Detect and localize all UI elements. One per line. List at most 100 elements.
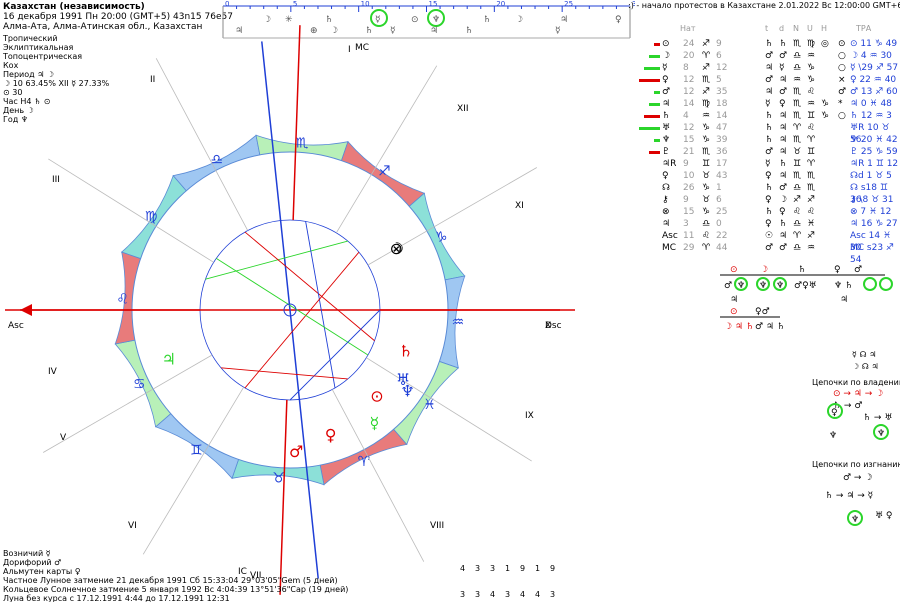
table-cell: 15 <box>683 135 695 145</box>
table-cell: 10 <box>683 171 695 181</box>
table-cell: ♄ <box>779 159 788 169</box>
stat-value: 1 <box>535 564 541 573</box>
table-cell: 43 <box>716 171 728 181</box>
svg-text:♃: ♃ <box>840 295 848 305</box>
planet-glyph-icon[interactable]: ♃ <box>162 349 176 368</box>
table-cell: ♄ <box>765 123 774 133</box>
table-cell: ○ <box>838 111 846 121</box>
strength-bar <box>649 55 660 58</box>
svg-text:☽: ☽ <box>760 265 768 275</box>
header-t: t <box>765 24 769 33</box>
table-cell: ♈ <box>702 51 711 61</box>
table-cell: ⊙ <box>662 39 670 49</box>
house-numeral: VI <box>128 521 137 531</box>
zodiac-sign-icon: ♏ <box>296 135 309 151</box>
table-row[interactable]: MC 29 ♈ 44 ♂ ♂ ♎ ♒ MC s23 ♐ 54 <box>638 242 900 265</box>
table-cell: 1 <box>716 183 722 193</box>
doryphory: Дорифорий ♂ <box>3 558 62 567</box>
table-cell: ♌ <box>807 87 816 97</box>
table-cell: ♄ <box>779 39 788 49</box>
table-row[interactable]: ♃ 3 ♎ 0 ♀ ♄ ♎ ♓ ♃ 16 ♑ 27 <box>638 218 900 230</box>
table-cell: ♏ <box>793 171 802 181</box>
table-cell: ♏ <box>807 183 816 193</box>
table-cell: ♊ <box>702 159 711 169</box>
asc-arrow-icon <box>20 304 32 316</box>
strength-bar <box>639 79 660 82</box>
table-row[interactable]: ♆ 15 ♑ 39 ♄ ♃ ♏ ♈ ♆ 20 ♓ 42 <box>638 134 900 146</box>
table-cell: ♃ <box>779 231 788 241</box>
planet-glyph-icon[interactable]: ♀ <box>325 426 337 445</box>
planet-glyph-icon[interactable]: ♂ <box>289 442 303 461</box>
almuten: Альмутен карты ♀ <box>3 567 81 576</box>
table-cell: ☿ <box>662 63 668 73</box>
table-cell: 11 <box>683 231 695 241</box>
table-row[interactable]: ♄ 4 ♒ 14 ♄ ♃ ♏ ♊ ♑ ○ ♄ 12 ♒ 3 <box>638 110 900 122</box>
natal-chart-wheel[interactable]: ♈♉♊♋♌♍♎♏♐♑♒♓♄♅♆⊙♀♂☽♃☿⊗Asc DscMCICIVVVIVII… <box>0 0 636 602</box>
table-cell: 14 <box>683 99 695 109</box>
table-cell: 18 <box>716 99 728 109</box>
table-row[interactable]: ♅ 12 ♑ 47 ♄ ♃ ♈ ♌ ♅R 10 ♉ 56 <box>638 122 900 145</box>
table-cell: ♃ <box>779 135 788 145</box>
svg-text:♀: ♀ <box>831 408 838 418</box>
table-cell: 12 <box>716 63 728 73</box>
table-row[interactable]: ⊙ 24 ♐ 9 ♄ ♄ ♏ ♍ ◎ ⊙ ⊙ 11 ♑ 49 <box>638 38 900 50</box>
table-cell: ♎ <box>793 183 802 193</box>
zodiac-sign-icon: ♎ <box>210 152 223 168</box>
table-cell: ♐ <box>807 231 816 241</box>
planet-glyph-icon[interactable]: ♄ <box>399 342 413 361</box>
zodiac-sign-icon: ♋ <box>133 377 146 393</box>
table-cell: ♄ <box>765 207 774 217</box>
stat-value: 3 <box>460 590 466 599</box>
table-cell: ♌ <box>702 231 711 241</box>
table-cell: ♃ <box>779 111 788 121</box>
table-row[interactable]: ⚷ 9 ♉ 6 ♀ ☽ ♐ ♐ ⚷ \8 ♉ 31 <box>638 194 900 206</box>
table-cell: MC <box>662 243 677 253</box>
table-cell: ♃ <box>765 87 774 97</box>
planet-glyph-icon[interactable]: ♆ <box>400 381 414 400</box>
planet-glyph-icon[interactable]: ⊙ <box>370 386 383 405</box>
table-cell: ♏ <box>793 99 802 109</box>
svg-text:♂ → ☽: ♂ → ☽ <box>843 473 872 483</box>
strength-bar <box>649 103 660 106</box>
table-cell: ♏ <box>702 75 711 85</box>
table-row[interactable]: ☿ 8 ♐ 12 ♃ ☿ ♎ ♑ ○ ☿ \29 ♐ 57 <box>638 62 900 74</box>
zodiac-sign-icon: ♍ <box>145 209 158 225</box>
table-cell: 35 <box>716 87 728 97</box>
chain-note-1: ☿ ☊ ♃ <box>852 350 877 359</box>
table-cell: ♂ <box>779 243 788 253</box>
stat-value: 4 <box>520 590 526 599</box>
table-cell: ♑ <box>807 75 816 85</box>
table-cell: ♀ <box>765 195 772 205</box>
table-cell: ♄ 12 ♒ 3 <box>850 111 892 121</box>
table-cell: 12 <box>683 123 695 133</box>
table-cell: ♈ <box>807 159 816 169</box>
table-cell: ♃ <box>662 99 671 109</box>
strength-bar <box>654 91 660 94</box>
table-cell: ♀ <box>662 171 669 181</box>
table-row[interactable]: ♀ 10 ♉ 43 ♀ ♃ ♏ ♏ ☊d 1 ♉ 5 <box>638 170 900 182</box>
table-cell: ♎ <box>793 243 802 253</box>
table-row[interactable]: ♇ 21 ♏ 36 ♂ ♃ ♉ ♊ ♇ 25 ♑ 59 <box>638 146 900 158</box>
table-cell: ○ <box>838 51 846 61</box>
table-row[interactable]: ♃ 14 ♍ 18 ☿ ♀ ♏ ♒ ♑ * ♃ 0 ♓ 48 <box>638 98 900 110</box>
zodiac-sign-icon: ♊ <box>190 442 203 458</box>
table-row[interactable]: Asc 11 ♌ 22 ☉ ♃ ♈ ♐ Asc 14 ♓ 30 <box>638 230 900 253</box>
strength-bar <box>654 139 660 142</box>
table-row[interactable]: ☊ 26 ♑ 1 ♄ ♂ ♎ ♏ ☊ s18 ♊ 36 <box>638 182 900 205</box>
stat-value: 4 <box>490 590 496 599</box>
table-row[interactable]: ♃R 9 ♊ 17 ☿ ♄ ♊ ♈ ♃R 1 ♊ 12 <box>638 158 900 170</box>
table-cell: ♓ <box>807 219 816 229</box>
planet-glyph-icon[interactable]: ☿ <box>369 413 379 432</box>
table-row[interactable]: ☽ 20 ♈ 6 ♂ ♂ ♎ ♒ ○ ☽ 4 ♒ 30 <box>638 50 900 62</box>
table-cell: ♃ <box>779 123 788 133</box>
house-numeral: V <box>60 433 67 443</box>
table-cell: ☿ \29 ♐ 57 <box>850 63 899 73</box>
planet-glyph-icon[interactable]: ⊗ <box>390 239 403 258</box>
table-cell: ♒ <box>793 75 802 85</box>
table-row[interactable]: ♀ 12 ♏ 5 ♂ ♃ ♒ ♑ × ♀ 22 ♒ 40 <box>638 74 900 86</box>
table-row[interactable]: ⊗ 15 ♑ 25 ♄ ♀ ♌ ♌ ⊗ 7 ♓ 12 <box>638 206 900 218</box>
table-row[interactable]: ♂ 12 ♐ 35 ♃ ♂ ♏ ♌ ♂ ♂ 13 ♐ 60 <box>638 86 900 98</box>
stat-value: 3 <box>505 590 511 599</box>
table-cell: ♐ <box>793 195 802 205</box>
table-cell: ♀ <box>662 75 669 85</box>
